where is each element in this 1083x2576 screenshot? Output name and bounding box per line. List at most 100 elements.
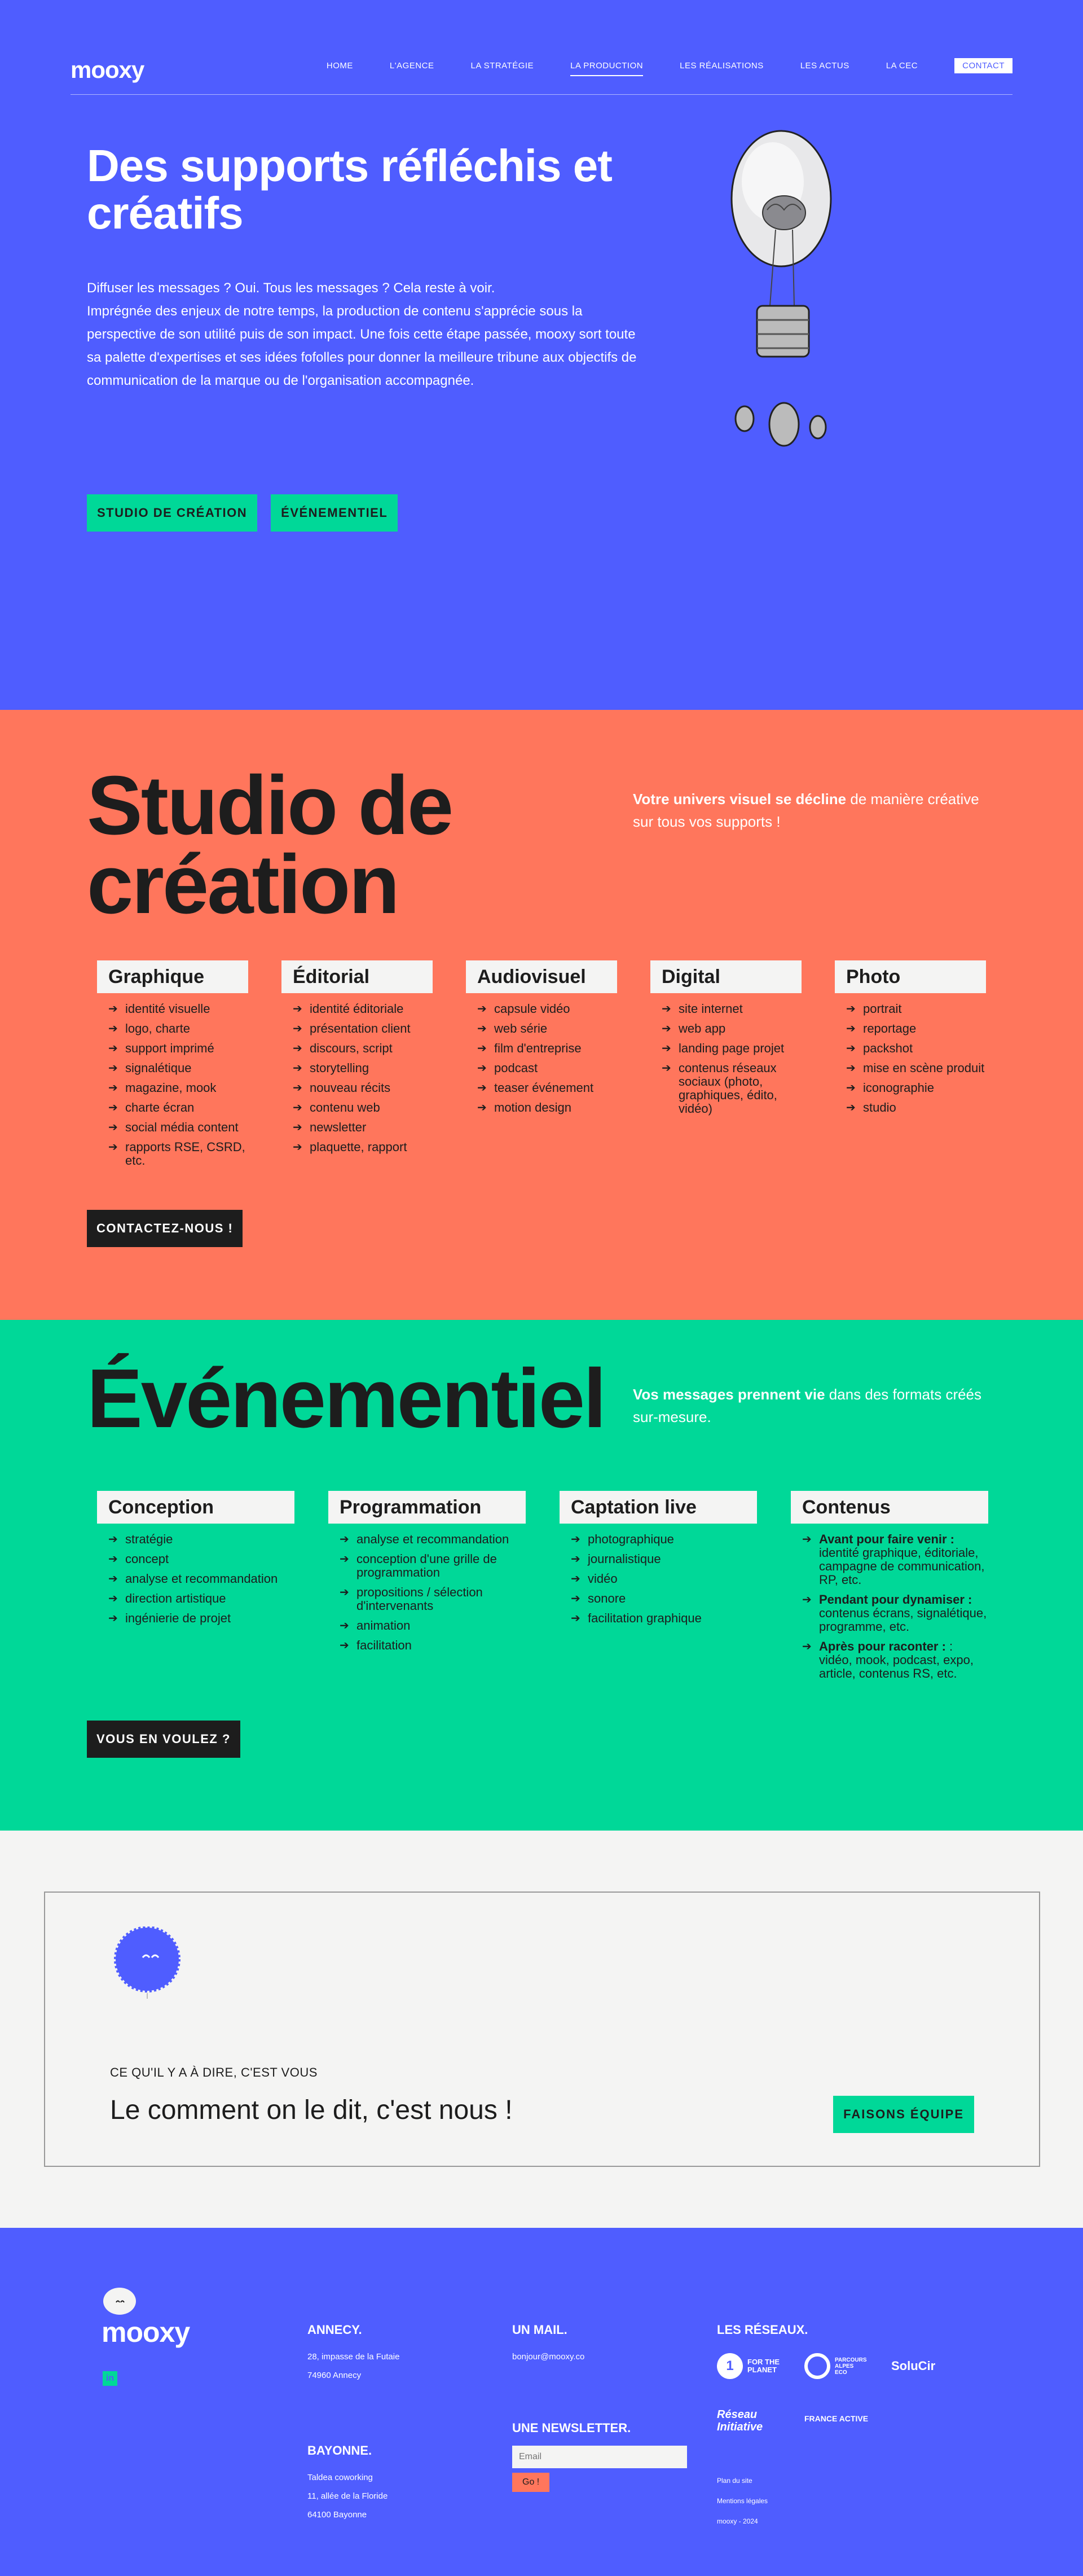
- evt-column-title: Contenus: [791, 1491, 988, 1524]
- intro-line-1: Diffuser les messages ? Oui. Tous les me…: [87, 280, 495, 296]
- list-item: plaquette, rapport: [293, 1140, 433, 1155]
- footer-bayonne: BAYONNE. Taldea coworking 11, allée de l…: [307, 2442, 388, 2524]
- legal-link[interactable]: Mentions légales: [717, 2491, 768, 2511]
- evt-side-text: Vos messages prennent vie dans des forma…: [633, 1383, 994, 1428]
- partner-solucir[interactable]: SoluCir: [891, 2359, 935, 2373]
- evt-columns: Conception stratégie concept analyse et rec…: [97, 1491, 988, 1687]
- list-item: storytelling: [293, 1061, 433, 1076]
- list-item: portrait: [846, 1002, 986, 1016]
- partner-for-the-planet[interactable]: 1 FOR THE PLANET: [717, 2353, 787, 2379]
- studio-column-list: identité éditoriale présentation client di…: [293, 1002, 433, 1155]
- studio-column: Photo portrait reportage packshot mise en sc…: [835, 960, 986, 1174]
- studio-column-list: identité visuelle logo, charte support imp…: [108, 1002, 248, 1168]
- list-item: analyse et recommandation: [340, 1533, 526, 1547]
- list-item: packshot: [846, 1042, 986, 1056]
- team-up-button[interactable]: FAISONS ÉQUIPE: [833, 2096, 974, 2133]
- evenementiel-section: Événementiel Vos messages prennent vie d…: [0, 1320, 1083, 1831]
- bayonne-line-3: 64100 Bayonne: [307, 2510, 367, 2520]
- list-item: reportage: [846, 1022, 986, 1036]
- sitemap-link[interactable]: Plan du site: [717, 2470, 768, 2491]
- list-item: studio: [846, 1101, 986, 1115]
- list-item: concept: [108, 1552, 294, 1566]
- studio-column: Éditorial identité éditoriale présentation…: [281, 960, 433, 1174]
- evt-column: Conception stratégie concept analyse et rec…: [97, 1491, 294, 1687]
- bayonne-line-2: 11, allée de la Floride: [307, 2491, 388, 2501]
- evenementiel-title: Événementiel: [87, 1352, 606, 1445]
- want-more-button[interactable]: VOUS EN VOULEZ ?: [87, 1721, 240, 1758]
- bayonne-line-1: Taldea coworking: [307, 2473, 373, 2482]
- footer-links: Plan du site Mentions légales mooxy - 20…: [717, 2470, 768, 2531]
- contact-button[interactable]: CONTACT: [954, 58, 1012, 73]
- list-item: capsule vidéo: [477, 1002, 617, 1016]
- partner-label-2: PARCOURS ALPES ECO: [835, 2356, 867, 2376]
- linkedin-icon[interactable]: in: [103, 2371, 117, 2386]
- list-item: direction artistique: [108, 1592, 294, 1606]
- list-item: conception d'une grille de programmation: [340, 1552, 526, 1579]
- list-item: Après pour raconter : : vidéo, mook, pod…: [802, 1640, 988, 1680]
- nav-actus[interactable]: LES ACTUS: [800, 61, 849, 76]
- footer-logo[interactable]: mooxy: [102, 2316, 190, 2349]
- list-item: teaser événement: [477, 1081, 617, 1095]
- copyright: mooxy - 2024: [717, 2517, 758, 2525]
- list-item: charte écran: [108, 1101, 248, 1115]
- footer-annecy: ANNECY. 28, impasse de la Futaie 74960 A…: [307, 2322, 399, 2385]
- mail-link[interactable]: bonjour@mooxy.co: [512, 2347, 584, 2366]
- list-item: contenus réseaux sociaux (photo, graphiq…: [662, 1061, 802, 1116]
- evt-column-list: photographique journalistique vidéo sonore f…: [571, 1533, 757, 1626]
- evt-column-title: Programmation: [328, 1491, 526, 1524]
- newsletter-email-input[interactable]: [512, 2446, 687, 2468]
- contact-us-button[interactable]: CONTACTEZ-NOUS !: [87, 1210, 243, 1247]
- studio-column-list: site internet web app landing page projet c…: [662, 1002, 802, 1116]
- list-item: analyse et recommandation: [108, 1572, 294, 1586]
- studio-column-title: Graphique: [97, 960, 248, 993]
- quote-title: Le comment on le dit, c'est nous !: [110, 2095, 513, 2125]
- list-item: discours, script: [293, 1042, 433, 1056]
- nav-production[interactable]: LA PRODUCTION: [570, 61, 644, 76]
- top-nav: mooxy HOME L'AGENCE LA STRATÉGIE LA PROD…: [71, 53, 1012, 95]
- page-title: Des supports réfléchis et créatifs: [87, 141, 613, 238]
- studio-columns: Graphique identité visuelle logo, charte su…: [97, 960, 986, 1174]
- list-item: ingénierie de projet: [108, 1612, 294, 1626]
- mascot-icon: [114, 1926, 180, 1999]
- list-item: rapports RSE, CSRD, etc.: [108, 1140, 248, 1168]
- annecy-line-2: 74960 Annecy: [307, 2371, 362, 2380]
- list-item: iconographie: [846, 1081, 986, 1095]
- studio-column-title: Photo: [835, 960, 986, 993]
- nav-realisations[interactable]: LES RÉALISATIONS: [680, 61, 764, 76]
- evenementiel-button[interactable]: ÉVÉNEMENTIEL: [271, 494, 398, 532]
- footer-newsletter: UNE NEWSLETTER. Go !: [512, 2420, 687, 2492]
- list-item: facilitation: [340, 1639, 526, 1653]
- bayonne-heading: BAYONNE.: [307, 2443, 372, 2457]
- evt-column-title: Captation live: [560, 1491, 757, 1524]
- studio-button[interactable]: STUDIO DE CRÉATION: [87, 494, 258, 532]
- nav-cec[interactable]: LA CEC: [886, 61, 918, 76]
- nav-home[interactable]: HOME: [327, 61, 353, 76]
- list-item: Pendant pour dynamiser : contenus écrans…: [802, 1593, 988, 1634]
- list-item: signalétique: [108, 1061, 248, 1076]
- list-item-text: identité graphique, éditoriale, campagne…: [819, 1546, 985, 1587]
- studio-column: Audiovisuel capsule vidéo web série film d'…: [466, 960, 617, 1174]
- hero-buttons: STUDIO DE CRÉATION ÉVÉNEMENTIEL: [87, 494, 398, 532]
- partner-france-active[interactable]: FRANCE ACTIVE: [804, 2414, 868, 2423]
- partner-label-3: SoluCir: [891, 2359, 936, 2373]
- list-item: motion design: [477, 1101, 617, 1115]
- hero-section: mooxy HOME L'AGENCE LA STRATÉGIE LA PROD…: [0, 0, 1083, 710]
- studio-column: Digital site internet web app landing page …: [650, 960, 802, 1174]
- nav-agence[interactable]: L'AGENCE: [390, 61, 434, 76]
- logo[interactable]: mooxy: [71, 56, 144, 84]
- list-item-bold: Pendant pour dynamiser :: [819, 1592, 972, 1607]
- list-item: vidéo: [571, 1572, 757, 1586]
- list-item: animation: [340, 1619, 526, 1633]
- quote-section: CE QU'IL Y A À DIRE, C'EST VOUS Le comme…: [0, 1831, 1083, 2228]
- nav-strategie[interactable]: LA STRATÉGIE: [470, 61, 534, 76]
- studio-section: Studio de création Votre univers visuel …: [0, 710, 1083, 1320]
- footer-networks: LES RÉSEAUX.: [717, 2322, 808, 2347]
- list-item: stratégie: [108, 1533, 294, 1547]
- studio-side-text: Votre univers visuel se décline de maniè…: [633, 788, 994, 833]
- partner-reseau-initiative[interactable]: Réseau Initiative: [717, 2408, 790, 2433]
- newsletter-submit-button[interactable]: Go !: [512, 2473, 550, 2492]
- partner-parcours[interactable]: PARCOURS ALPES ECO: [804, 2353, 867, 2379]
- evt-column-title: Conception: [97, 1491, 294, 1524]
- main-menu: HOME L'AGENCE LA STRATÉGIE LA PRODUCTION…: [290, 58, 1012, 76]
- studio-column-list: portrait reportage packshot mise en scène p…: [846, 1002, 986, 1115]
